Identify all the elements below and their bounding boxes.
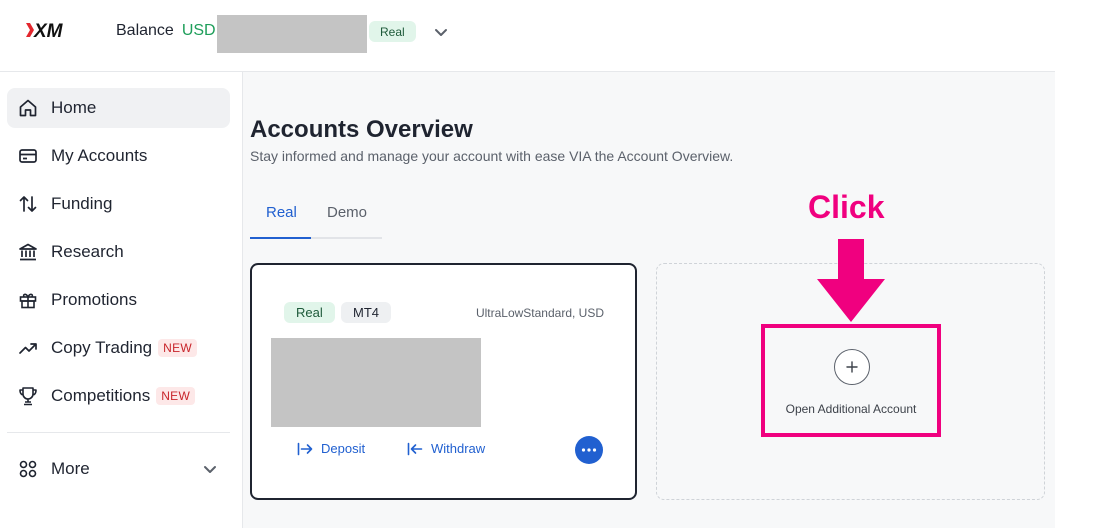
main-content: Accounts Overview Stay informed and mana… <box>243 72 1055 528</box>
withdraw-button[interactable]: Withdraw <box>407 441 485 456</box>
home-icon <box>17 97 39 119</box>
grid-icon <box>17 458 39 480</box>
sidebar-item-label: Competitions <box>51 386 151 405</box>
sidebar-item-competitions[interactable]: Competitions NEW <box>7 376 230 416</box>
deposit-button[interactable]: Deposit <box>297 441 365 456</box>
plus-icon[interactable] <box>834 349 870 385</box>
sidebar-item-label: More <box>51 459 90 478</box>
sidebar-item-funding[interactable]: Funding <box>7 184 230 224</box>
sidebar-item-home[interactable]: Home <box>7 88 230 128</box>
account-type-badge: Real <box>369 21 416 42</box>
gift-icon <box>17 289 39 311</box>
page-subtitle: Stay informed and manage your account wi… <box>250 148 734 164</box>
trophy-icon <box>17 385 39 407</box>
account-type-badge: Real <box>284 302 335 323</box>
new-badge: NEW <box>158 339 198 357</box>
account-tabs: Real Demo <box>250 192 382 239</box>
arrow-down-icon <box>816 239 886 328</box>
sidebar-item-label: Home <box>51 98 97 117</box>
deposit-label: Deposit <box>321 441 366 456</box>
new-badge: NEW <box>156 387 196 405</box>
withdraw-label: Withdraw <box>431 441 486 456</box>
withdraw-icon <box>407 442 423 455</box>
sidebar-divider <box>7 432 230 433</box>
sidebar-item-copy-trading[interactable]: Copy Trading NEW <box>7 328 230 368</box>
platform-badge: MT4 <box>341 302 391 323</box>
trend-up-icon <box>17 337 39 359</box>
xm-logo[interactable]: XM <box>26 19 74 41</box>
tab-real[interactable]: Real <box>266 204 297 221</box>
arrows-up-down-icon <box>17 193 39 215</box>
account-card[interactable]: Real MT4 UltraLowStandard, USD Deposit W… <box>250 263 637 500</box>
balance-currency: USD <box>181 22 216 39</box>
sidebar-item-research[interactable]: Research <box>7 232 230 272</box>
sidebar-item-my-accounts[interactable]: My Accounts <box>7 136 230 176</box>
ellipsis-icon <box>581 448 597 452</box>
account-details-redacted <box>271 338 481 427</box>
account-type-label: UltraLowStandard, USD <box>475 306 604 320</box>
active-tab-indicator <box>250 237 311 239</box>
balance-redacted <box>217 15 367 53</box>
balance-label: Balance <box>116 22 174 39</box>
open-additional-account-label[interactable]: Open Additional Account <box>761 402 941 416</box>
sidebar: Home My Accounts Funding Research Promot… <box>0 72 243 528</box>
chevron-down-icon[interactable] <box>433 24 449 40</box>
sidebar-item-label: Funding <box>51 194 113 213</box>
sidebar-item-label: My Accounts <box>51 146 148 165</box>
sidebar-item-label: Research <box>51 242 124 261</box>
wallet-icon <box>17 145 39 167</box>
balance-display: Balance USD <box>116 22 216 40</box>
top-header: XM Balance USD Real <box>0 0 1055 72</box>
sidebar-item-promotions[interactable]: Promotions <box>7 280 230 320</box>
bank-icon <box>17 241 39 263</box>
chevron-down-icon <box>202 461 218 482</box>
click-annotation: Click <box>808 189 885 225</box>
more-options-button[interactable] <box>575 436 603 464</box>
sidebar-item-label: Copy Trading <box>51 338 153 357</box>
svg-text:XM: XM <box>33 21 64 41</box>
deposit-icon <box>297 442 313 455</box>
page-title: Accounts Overview <box>250 116 473 143</box>
sidebar-item-label: Promotions <box>51 290 137 309</box>
tab-demo[interactable]: Demo <box>327 204 367 221</box>
sidebar-item-more[interactable]: More <box>7 449 230 489</box>
